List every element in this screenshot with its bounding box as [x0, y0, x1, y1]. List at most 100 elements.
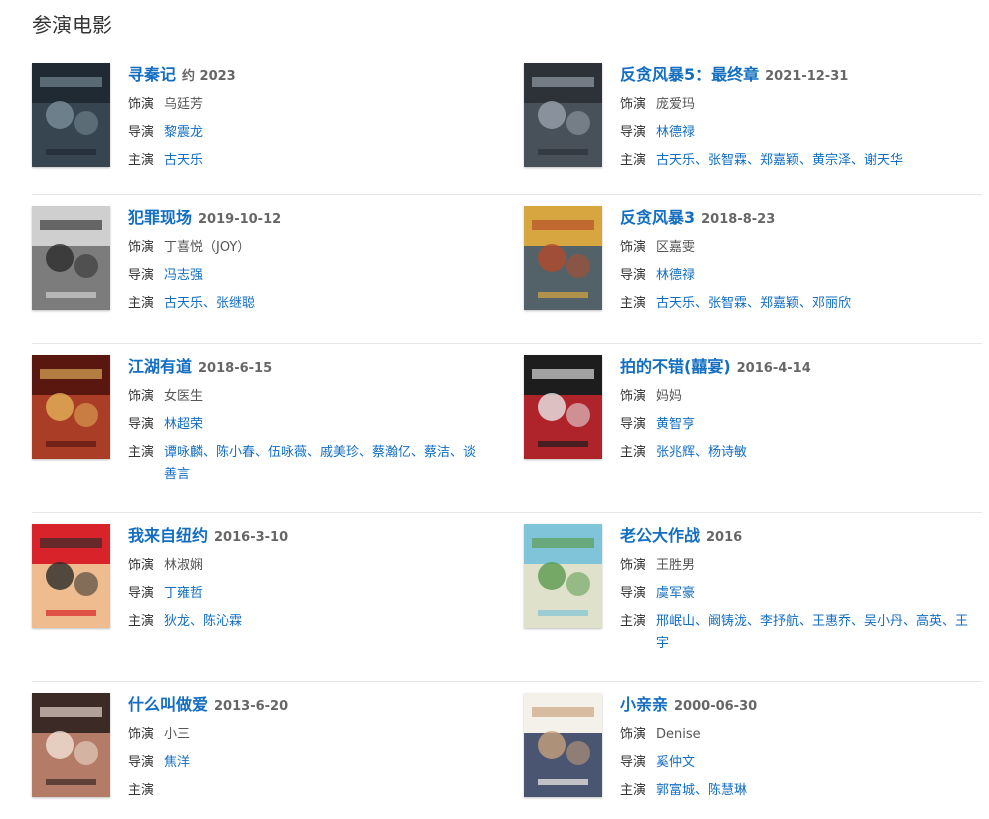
director-field: 导演 冯志强	[128, 265, 488, 287]
role-field: 饰演 庞爱玛	[620, 94, 980, 116]
movie-title-link[interactable]: 拍的不错(囍宴)	[620, 357, 731, 376]
movie-poster[interactable]	[32, 693, 110, 797]
movie-title-link[interactable]: 反贪风暴5：最终章	[620, 65, 759, 84]
director-label: 导演	[128, 755, 155, 770]
movie-poster[interactable]	[524, 63, 602, 167]
movie-poster[interactable]	[32, 355, 110, 459]
movie-title-link[interactable]: 寻秦记	[128, 65, 176, 84]
poster-image	[524, 206, 602, 310]
movie-info: 什么叫做爱 2013-6-20 饰演 小三 导演 焦洋 主演	[128, 694, 488, 802]
cast-links[interactable]: 古天乐、张智霖、郑嘉颖、黄宗泽、谢天华	[656, 150, 903, 172]
movie-date: 2021-12-31	[765, 69, 849, 84]
role-label: 饰演	[620, 727, 647, 742]
movie-title-link[interactable]: 犯罪现场	[128, 208, 192, 227]
role-field: 饰演 Denise	[620, 724, 980, 746]
movie-title-line: 犯罪现场 2019-10-12	[128, 207, 488, 231]
role-label: 饰演	[128, 727, 155, 742]
director-link[interactable]: 奚仲文	[656, 752, 695, 774]
cast-links[interactable]: 古天乐	[164, 150, 203, 172]
director-field: 导演 黎震龙	[128, 122, 488, 144]
role-label: 饰演	[620, 97, 647, 112]
director-field: 导演 林德禄	[620, 122, 980, 144]
cast-label: 主演	[128, 445, 155, 460]
director-link[interactable]: 丁雍哲	[164, 583, 203, 605]
movie-title-link[interactable]: 我来自纽约	[128, 526, 208, 545]
role-label: 饰演	[620, 240, 647, 255]
director-label: 导演	[128, 268, 155, 283]
director-label: 导演	[620, 125, 647, 140]
director-link[interactable]: 虞军豪	[656, 583, 695, 605]
movie-date: 2013-6-20	[214, 699, 289, 714]
director-link[interactable]: 冯志强	[164, 265, 203, 287]
movie-info: 反贪风暴3 2018-8-23 饰演 区嘉雯 导演 林德禄 主演 古天乐、张智霖、…	[620, 207, 980, 315]
role-label: 饰演	[128, 97, 155, 112]
movie-info: 江湖有道 2018-6-15 饰演 女医生 导演 林超荣 主演 谭咏麟、陈小春、伍…	[128, 356, 488, 486]
director-link[interactable]: 林德禄	[656, 265, 695, 287]
movie-poster[interactable]	[32, 63, 110, 167]
movie-poster[interactable]	[524, 355, 602, 459]
movie-title-link[interactable]: 老公大作战	[620, 526, 700, 545]
director-link[interactable]: 林超荣	[164, 414, 203, 436]
director-link[interactable]: 林德禄	[656, 122, 695, 144]
cast-field: 主演	[128, 780, 488, 802]
movie-poster[interactable]	[32, 524, 110, 628]
movie-card: 犯罪现场 2019-10-12 饰演 丁喜悦（JOY） 导演 冯志强 主演 古天乐…	[32, 195, 492, 343]
movie-card: 小亲亲 2000-06-30 饰演 Denise 导演 奚仲文 主演 郭富城、陈慧…	[524, 682, 984, 818]
director-label: 导演	[620, 755, 647, 770]
movie-card: 反贪风暴5：最终章 2021-12-31 饰演 庞爱玛 导演 林德禄 主演 古天乐…	[524, 52, 984, 194]
director-link[interactable]: 黄智亨	[656, 414, 695, 436]
filmography-page: 参演电影 寻秦记约 2023 饰演 乌廷芳 导演 黎震龙 主演 古天乐 反贪风暴…	[0, 0, 989, 819]
role-value: 小三	[164, 727, 191, 742]
director-link[interactable]: 黎震龙	[164, 122, 203, 144]
role-label: 饰演	[128, 389, 155, 404]
movie-row: 什么叫做爱 2013-6-20 饰演 小三 导演 焦洋 主演 小亲亲 2000-…	[32, 682, 982, 818]
movie-title-link[interactable]: 什么叫做爱	[128, 695, 208, 714]
director-label: 导演	[620, 586, 647, 601]
movie-card: 寻秦记约 2023 饰演 乌廷芳 导演 黎震龙 主演 古天乐	[32, 52, 492, 194]
role-field: 饰演 王胜男	[620, 555, 980, 577]
movie-title-link[interactable]: 小亲亲	[620, 695, 668, 714]
movie-poster[interactable]	[524, 693, 602, 797]
director-link[interactable]: 焦洋	[164, 752, 190, 774]
cast-links[interactable]: 邢岷山、阚铸泷、李抒航、王惠乔、吴小丹、高英、王宇	[656, 611, 980, 655]
cast-field: 主演 邢岷山、阚铸泷、李抒航、王惠乔、吴小丹、高英、王宇	[620, 611, 980, 655]
cast-links[interactable]: 古天乐、张继聪	[164, 293, 255, 315]
cast-label: 主演	[128, 783, 155, 798]
role-label: 饰演	[620, 389, 647, 404]
cast-label: 主演	[620, 153, 647, 168]
director-field: 导演 丁雍哲	[128, 583, 488, 605]
movie-title-line: 我来自纽约 2016-3-10	[128, 525, 488, 549]
movie-poster[interactable]	[524, 524, 602, 628]
cast-links[interactable]: 张兆辉、杨诗敏	[656, 442, 747, 464]
cast-label: 主演	[128, 153, 155, 168]
movie-card: 反贪风暴3 2018-8-23 饰演 区嘉雯 导演 林德禄 主演 古天乐、张智霖、…	[524, 195, 984, 343]
movie-poster[interactable]	[32, 206, 110, 310]
movie-title-line: 反贪风暴3 2018-8-23	[620, 207, 980, 231]
movie-date: 2018-8-23	[701, 212, 776, 227]
cast-field: 主演 古天乐	[128, 150, 488, 172]
role-value: 区嘉雯	[656, 240, 696, 255]
cast-links[interactable]: 古天乐、张智霖、郑嘉颖、邓丽欣	[656, 293, 851, 315]
cast-label: 主演	[620, 445, 647, 460]
role-field: 饰演 小三	[128, 724, 488, 746]
role-value: 庞爱玛	[656, 97, 696, 112]
movie-grid: 寻秦记约 2023 饰演 乌廷芳 导演 黎震龙 主演 古天乐 反贪风暴5：最终章…	[32, 52, 982, 818]
movie-card: 拍的不错(囍宴) 2016-4-14 饰演 妈妈 导演 黄智亨 主演 张兆辉、杨诗…	[524, 344, 984, 512]
movie-date: 2018-6-15	[198, 361, 273, 376]
movie-info: 拍的不错(囍宴) 2016-4-14 饰演 妈妈 导演 黄智亨 主演 张兆辉、杨诗…	[620, 356, 980, 464]
cast-links[interactable]: 谭咏麟、陈小春、伍咏薇、戚美珍、蔡瀚亿、蔡洁、谈善言	[164, 442, 488, 486]
movie-info: 寻秦记约 2023 饰演 乌廷芳 导演 黎震龙 主演 古天乐	[128, 64, 488, 172]
movie-card: 老公大作战 2016 饰演 王胜男 导演 虞军豪 主演 邢岷山、阚铸泷、李抒航、王…	[524, 513, 984, 681]
poster-image	[32, 206, 110, 310]
role-field: 饰演 区嘉雯	[620, 237, 980, 259]
role-field: 饰演 林淑娴	[128, 555, 488, 577]
cast-links[interactable]: 狄龙、陈沁霖	[164, 611, 242, 633]
cast-field: 主演 古天乐、张智霖、郑嘉颖、黄宗泽、谢天华	[620, 150, 980, 172]
movie-title-link[interactable]: 江湖有道	[128, 357, 192, 376]
role-value: 丁喜悦（JOY）	[164, 240, 251, 255]
movie-title-line: 小亲亲 2000-06-30	[620, 694, 980, 718]
movie-poster[interactable]	[524, 206, 602, 310]
cast-links[interactable]: 郭富城、陈慧琳	[656, 780, 747, 802]
director-label: 导演	[620, 268, 647, 283]
movie-title-link[interactable]: 反贪风暴3	[620, 208, 695, 227]
